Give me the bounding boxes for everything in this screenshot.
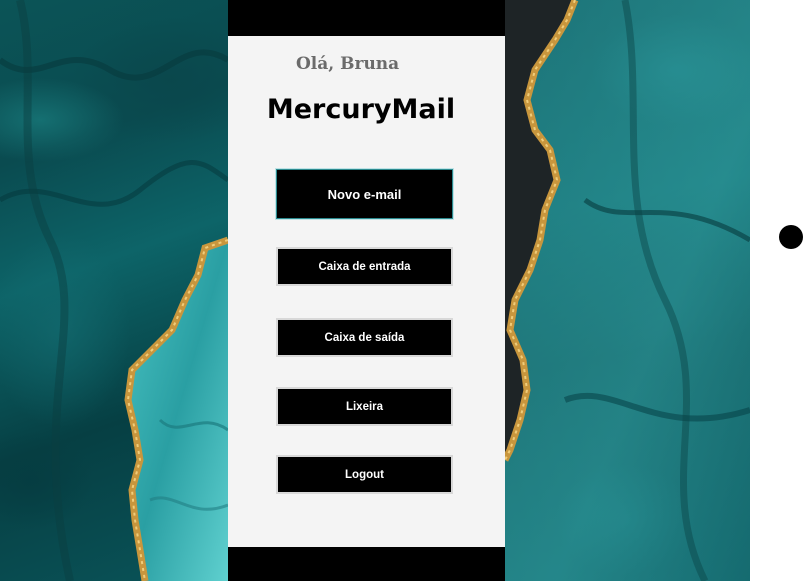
marble-texture-left bbox=[0, 0, 228, 581]
marble-texture-right bbox=[505, 0, 750, 581]
marble-background-left bbox=[0, 0, 228, 581]
marble-background-right bbox=[505, 0, 750, 581]
menu-panel: Olá, Bruna MercuryMail Novo e-mail Caixa… bbox=[228, 36, 505, 547]
logout-button[interactable]: Logout bbox=[276, 455, 453, 494]
header-bar bbox=[228, 0, 505, 36]
new-email-button[interactable]: Novo e-mail bbox=[275, 168, 454, 220]
app-title: MercuryMail bbox=[266, 94, 456, 125]
status-dot-icon bbox=[779, 225, 803, 249]
outbox-button[interactable]: Caixa de saída bbox=[276, 318, 453, 357]
footer-bar bbox=[228, 547, 505, 581]
app-screen: Olá, Bruna MercuryMail Novo e-mail Caixa… bbox=[0, 0, 804, 581]
inbox-button[interactable]: Caixa de entrada bbox=[276, 247, 453, 286]
greeting-text: Olá, Bruna bbox=[296, 54, 400, 74]
trash-button[interactable]: Lixeira bbox=[276, 387, 453, 426]
